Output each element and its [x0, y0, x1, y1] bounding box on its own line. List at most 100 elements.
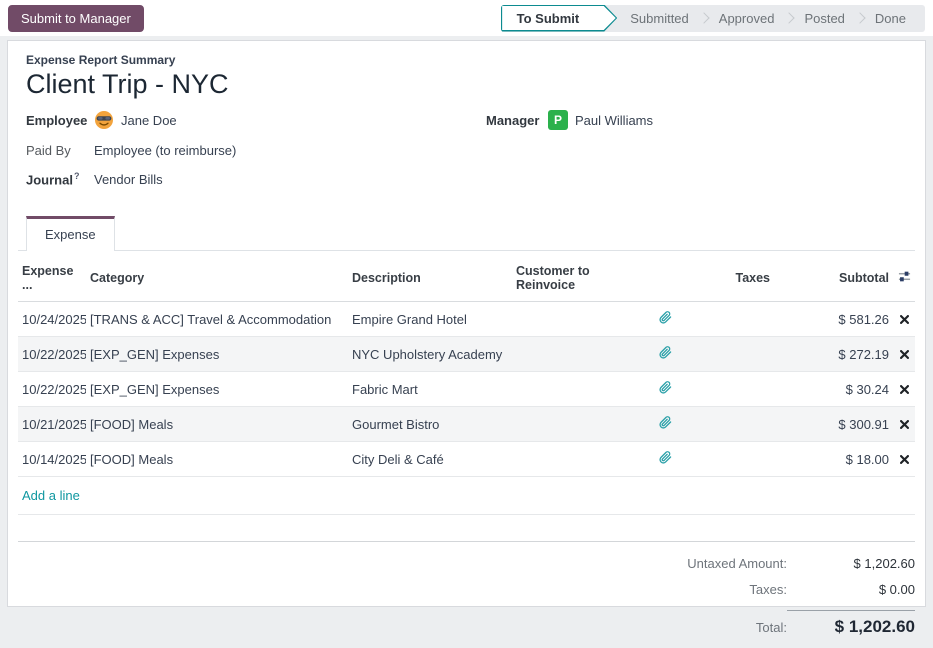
taxes-cell[interactable] [688, 372, 774, 407]
taxes-cell[interactable] [688, 337, 774, 372]
customer-to-reinvoice-cell[interactable] [512, 442, 642, 477]
col-header-description[interactable]: Description [348, 255, 512, 302]
status-bar: To Submit Submitted Approved Posted Done [501, 5, 925, 32]
expense-date-cell[interactable]: 10/14/2025 [18, 442, 86, 477]
description-cell[interactable]: Gourmet Bistro [348, 407, 512, 442]
manager-value[interactable]: Paul Williams [575, 113, 653, 128]
expense-date-cell[interactable]: 10/21/2025 [18, 407, 86, 442]
customer-to-reinvoice-cell[interactable] [512, 372, 642, 407]
expense-date-cell[interactable]: 10/24/2025 [18, 302, 86, 337]
field-employee: Employee Jane Doe [26, 110, 486, 130]
delete-line-cell [893, 337, 915, 372]
field-group: Employee Jane Doe Paid By Employee (to r… [18, 110, 915, 200]
tab-expense[interactable]: Expense [26, 216, 115, 251]
status-step-done[interactable]: Done [862, 5, 919, 32]
expense-line-row[interactable]: 10/22/2025 [EXP_GEN] Expenses NYC Uphols… [18, 337, 915, 372]
category-cell[interactable]: [FOOD] Meals [86, 442, 348, 477]
taxes-row: Taxes: $ 0.00 [627, 582, 915, 597]
description-cell[interactable]: NYC Upholstery Academy [348, 337, 512, 372]
top-action-bar: Submit to Manager To Submit Submitted Ap… [0, 0, 933, 36]
description-cell[interactable]: Empire Grand Hotel [348, 302, 512, 337]
description-cell[interactable]: City Deli & Café [348, 442, 512, 477]
x-delete-icon[interactable] [900, 385, 909, 394]
col-header-subtotal[interactable]: Subtotal [774, 255, 893, 302]
delete-line-cell [893, 302, 915, 337]
delete-line-cell [893, 407, 915, 442]
employee-label: Employee [26, 113, 94, 128]
expense-date-cell[interactable]: 10/22/2025 [18, 372, 86, 407]
subtotal-cell[interactable]: $ 18.00 [774, 442, 893, 477]
status-step-label: To Submit [501, 11, 596, 26]
expense-line-row[interactable]: 10/14/2025 [FOOD] Meals City Deli & Café… [18, 442, 915, 477]
journal-value[interactable]: Vendor Bills [94, 172, 163, 187]
totals-block: Untaxed Amount: $ 1,202.60 Taxes: $ 0.00… [18, 542, 915, 648]
x-delete-icon[interactable] [900, 420, 909, 429]
untaxed-amount-row: Untaxed Amount: $ 1,202.60 [627, 556, 915, 571]
category-cell[interactable]: [FOOD] Meals [86, 407, 348, 442]
attachment-cell [642, 442, 688, 477]
status-step-to-submit[interactable]: To Submit [501, 5, 618, 32]
description-cell[interactable]: Fabric Mart [348, 372, 512, 407]
untaxed-amount-label: Untaxed Amount: [627, 556, 787, 571]
paperclip-icon[interactable] [659, 346, 672, 359]
x-delete-icon[interactable] [900, 455, 909, 464]
col-header-expense-date[interactable]: Expense ... [18, 255, 86, 302]
subtotal-cell[interactable]: $ 581.26 [774, 302, 893, 337]
col-header-customer[interactable]: Customer to Reinvoice [512, 255, 642, 302]
status-step-label: Posted [791, 11, 857, 26]
status-step-label: Submitted [617, 11, 702, 26]
paid-by-label: Paid By [26, 143, 94, 158]
paperclip-icon[interactable] [659, 311, 672, 324]
taxes-cell[interactable] [688, 442, 774, 477]
status-step-label: Approved [706, 11, 788, 26]
page-title[interactable]: Client Trip - NYC [18, 67, 915, 110]
category-cell[interactable]: [EXP_GEN] Expenses [86, 372, 348, 407]
paperclip-icon[interactable] [659, 451, 672, 464]
taxes-value: $ 0.00 [787, 582, 915, 597]
category-cell[interactable]: [TRANS & ACC] Travel & Accommodation [86, 302, 348, 337]
subtotal-cell[interactable]: $ 272.19 [774, 337, 893, 372]
expense-line-row[interactable]: 10/21/2025 [FOOD] Meals Gourmet Bistro $… [18, 407, 915, 442]
total-value: $ 1,202.60 [787, 610, 915, 637]
optional-columns-toggle[interactable] [893, 255, 915, 302]
paperclip-icon[interactable] [659, 381, 672, 394]
expense-date-cell[interactable]: 10/22/2025 [18, 337, 86, 372]
employee-value[interactable]: Jane Doe [121, 113, 177, 128]
attachment-cell [642, 407, 688, 442]
subtotal-cell[interactable]: $ 300.91 [774, 407, 893, 442]
expense-lines-table: Expense ... Category Description Custome… [18, 255, 915, 476]
taxes-cell[interactable] [688, 407, 774, 442]
expense-line-row[interactable]: 10/22/2025 [EXP_GEN] Expenses Fabric Mar… [18, 372, 915, 407]
paperclip-icon[interactable] [659, 416, 672, 429]
sliders-icon [898, 270, 911, 283]
status-step-submitted[interactable]: Submitted [617, 5, 702, 32]
help-icon[interactable]: ? [74, 171, 80, 181]
taxes-cell[interactable] [688, 302, 774, 337]
x-delete-icon[interactable] [900, 315, 909, 324]
customer-to-reinvoice-cell[interactable] [512, 302, 642, 337]
manager-label: Manager [486, 113, 548, 128]
customer-to-reinvoice-cell[interactable] [512, 337, 642, 372]
expense-line-row[interactable]: 10/24/2025 [TRANS & ACC] Travel & Accomm… [18, 302, 915, 337]
journal-label: Journal? [26, 171, 94, 187]
col-header-category[interactable]: Category [86, 255, 348, 302]
submit-to-manager-button[interactable]: Submit to Manager [8, 5, 144, 32]
col-header-taxes[interactable]: Taxes [688, 255, 774, 302]
status-step-approved[interactable]: Approved [706, 5, 788, 32]
untaxed-amount-value: $ 1,202.60 [787, 556, 915, 571]
notebook-tabs: Expense [18, 216, 915, 251]
category-cell[interactable]: [EXP_GEN] Expenses [86, 337, 348, 372]
total-label: Total: [627, 620, 787, 635]
add-a-line-link[interactable]: Add a line [22, 488, 80, 503]
subtotal-cell[interactable]: $ 30.24 [774, 372, 893, 407]
field-manager: Manager P Paul Williams [486, 110, 653, 130]
table-header-row: Expense ... Category Description Custome… [18, 255, 915, 302]
attachment-cell [642, 372, 688, 407]
field-journal: Journal? Vendor Bills [26, 171, 486, 187]
expense-table-body: 10/24/2025 [TRANS & ACC] Travel & Accomm… [18, 302, 915, 477]
customer-to-reinvoice-cell[interactable] [512, 407, 642, 442]
employee-avatar [94, 110, 114, 130]
x-delete-icon[interactable] [900, 350, 909, 359]
status-step-posted[interactable]: Posted [791, 5, 857, 32]
paid-by-value[interactable]: Employee (to reimburse) [94, 143, 236, 158]
